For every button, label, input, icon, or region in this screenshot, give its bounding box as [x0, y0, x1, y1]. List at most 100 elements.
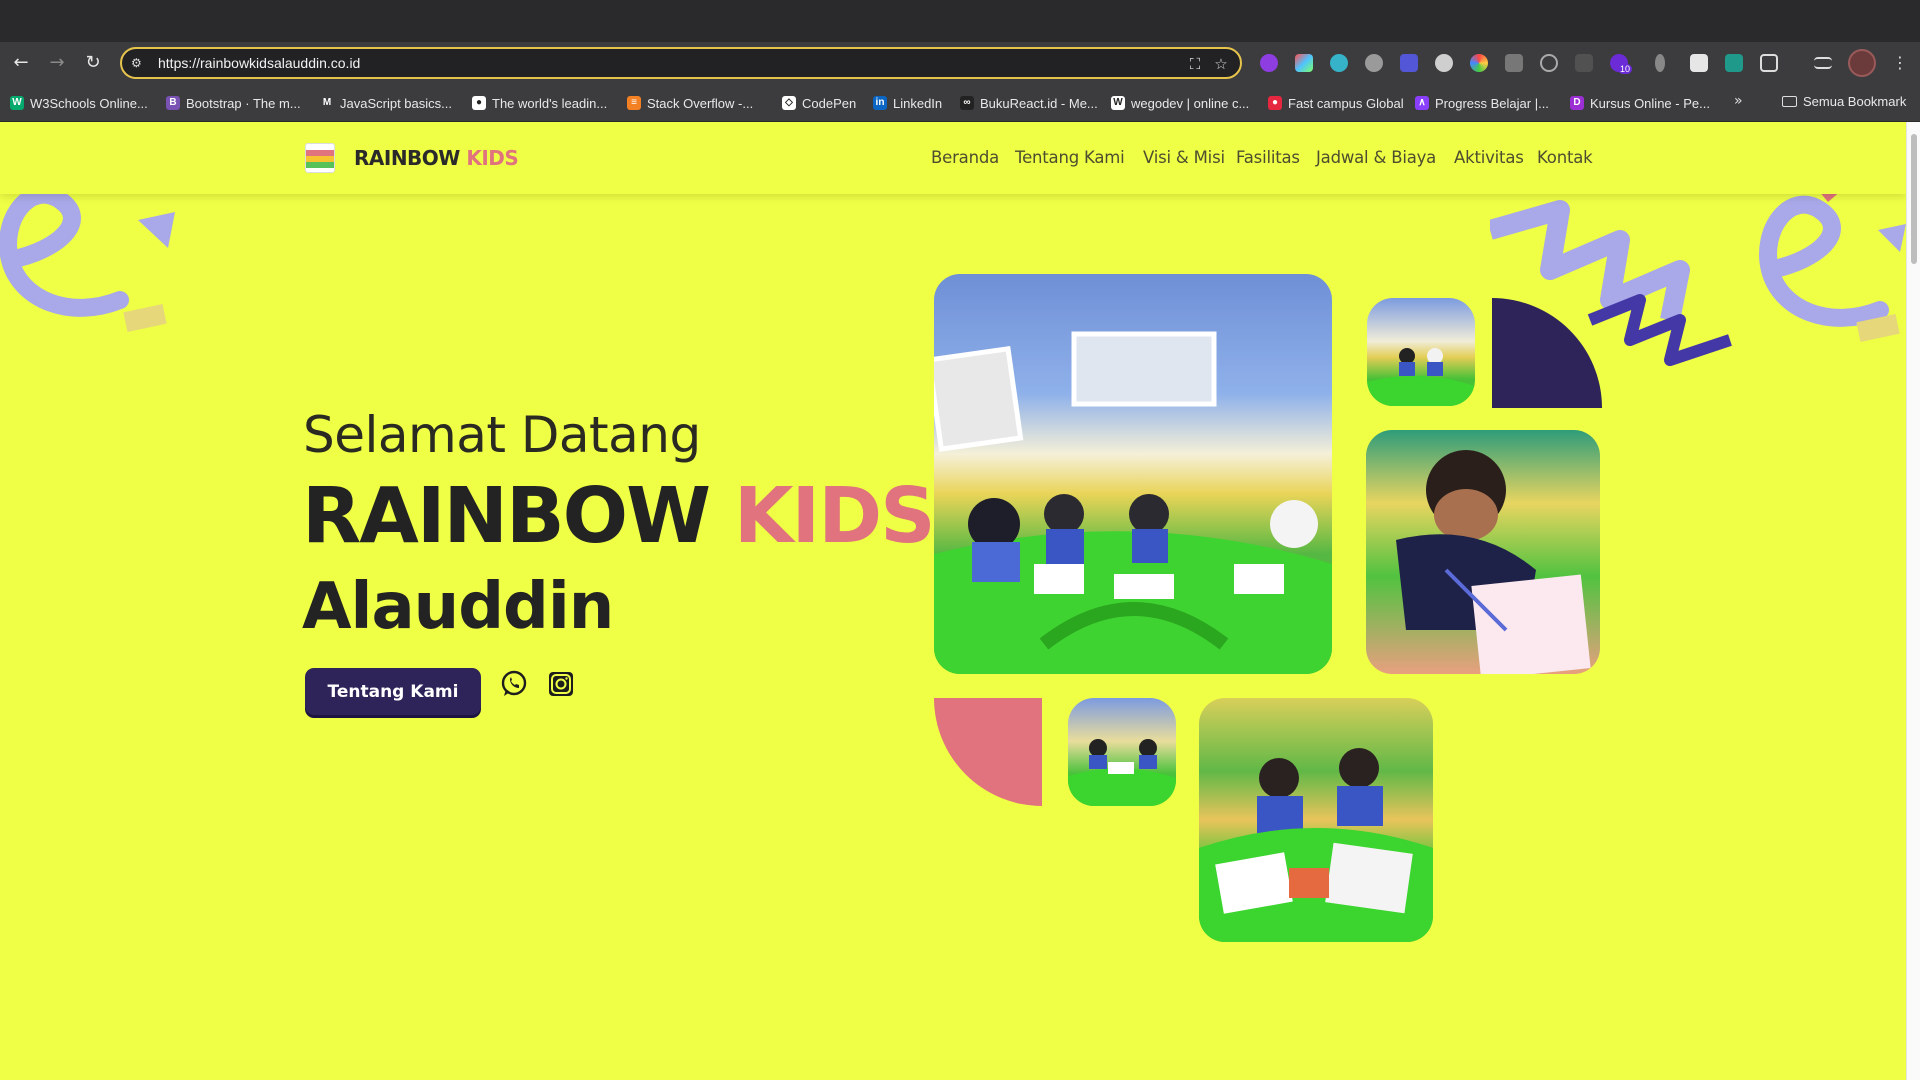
- bookmark-label: LinkedIn: [893, 95, 943, 111]
- classroom-photo-main[interactable]: [934, 274, 1332, 674]
- github-icon: ●: [472, 96, 486, 110]
- nav-jadwal-biaya[interactable]: Jadwal & Biaya: [1316, 148, 1436, 167]
- extension-3-icon[interactable]: [1330, 54, 1348, 72]
- kursus-icon: D: [1570, 96, 1584, 110]
- bootstrap-icon: B: [166, 96, 180, 110]
- decorative-squiggle-left: [0, 180, 175, 332]
- mdn-icon: M: [320, 96, 334, 110]
- classroom-photo-small-1[interactable]: [1367, 298, 1475, 406]
- extension-1-icon[interactable]: [1260, 54, 1278, 72]
- hero-title-accent: KIDS: [733, 472, 936, 561]
- url-text[interactable]: https://rainbowkidsalauddin.co.id: [158, 55, 360, 71]
- bookmark-label: Stack Overflow -...: [647, 95, 754, 111]
- extension-12-icon[interactable]: [1655, 54, 1665, 72]
- codepen-icon: ◇: [782, 96, 796, 110]
- hero-title: RAINBOW KIDS: [302, 472, 936, 561]
- fastcampus-icon: ●: [1268, 96, 1282, 110]
- bookmark-item[interactable]: ◇ CodePen: [782, 94, 856, 112]
- bookmark-item[interactable]: D Kursus Online - Pe...: [1570, 94, 1710, 112]
- extension-8-icon[interactable]: [1505, 54, 1523, 72]
- profile-avatar[interactable]: [1848, 49, 1876, 77]
- w3schools-icon: W: [10, 96, 24, 110]
- site-logo[interactable]: [305, 143, 335, 173]
- brand-name[interactable]: RAINBOW KIDS: [354, 146, 519, 170]
- reading-list-icon[interactable]: [1814, 57, 1832, 69]
- menu-icon[interactable]: ⋮: [1892, 51, 1908, 75]
- nav-kontak[interactable]: Kontak: [1537, 148, 1593, 167]
- nav-fasilitas[interactable]: Fasilitas: [1236, 148, 1300, 167]
- address-bar[interactable]: ⚙ https://rainbowkidsalauddin.co.id ⛶ ☆: [120, 47, 1242, 79]
- wegodev-icon: W: [1111, 96, 1125, 110]
- stackoverflow-icon: ≡: [627, 96, 641, 110]
- bookmark-item[interactable]: ● Fast campus Global: [1268, 94, 1404, 112]
- bookmark-item[interactable]: ∧ Progress Belajar |...: [1415, 94, 1549, 112]
- extension-5-icon[interactable]: [1400, 54, 1418, 72]
- page-scrollbar[interactable]: [1906, 122, 1920, 1080]
- bookmark-label: Kursus Online - Pe...: [1590, 95, 1710, 111]
- bookmark-item[interactable]: in LinkedIn: [873, 94, 942, 112]
- extension-11-icon[interactable]: 10: [1610, 54, 1633, 74]
- classroom-photo-small-2[interactable]: [1068, 698, 1176, 806]
- instagram-icon[interactable]: [547, 670, 575, 698]
- bookmark-item[interactable]: Wwegodev | online c...: [1111, 94, 1249, 112]
- nav-beranda[interactable]: Beranda: [931, 148, 999, 167]
- bookmark-label: wegodev | online c...: [1131, 95, 1250, 111]
- more-bookmarks-icon[interactable]: »: [1734, 93, 1743, 109]
- bookmark-item[interactable]: ≡ Stack Overflow -...: [627, 94, 753, 112]
- scrollbar-thumb[interactable]: [1911, 134, 1917, 264]
- brand-accent-text: KIDS: [466, 146, 519, 170]
- browser-tab-strip: [0, 0, 1920, 42]
- bookmark-item[interactable]: W W3Schools Online...: [10, 94, 148, 112]
- child-writing-photo[interactable]: [1366, 430, 1600, 674]
- reload-icon[interactable]: ↻: [80, 50, 106, 76]
- forward-icon[interactable]: →: [44, 50, 70, 76]
- extension-6-icon[interactable]: [1435, 54, 1453, 72]
- bookmark-item[interactable]: ● The world's leadin...: [472, 94, 607, 112]
- bookmark-label: Bootstrap · The m...: [186, 95, 301, 111]
- nav-tentang-kami[interactable]: Tentang Kami: [1015, 148, 1125, 167]
- translate-icon[interactable]: ⛶: [1186, 55, 1204, 73]
- bookmark-label: JavaScript basics...: [340, 95, 452, 111]
- hero-title-main: RAINBOW: [302, 472, 711, 561]
- bookmark-label: The world's leadin...: [492, 95, 608, 111]
- tentang-kami-button[interactable]: Tentang Kami: [305, 668, 481, 715]
- nav-aktivitas[interactable]: Aktivitas: [1454, 148, 1524, 167]
- extension-2-icon[interactable]: [1295, 54, 1313, 72]
- extension-4-icon[interactable]: [1365, 54, 1383, 72]
- bookmark-item[interactable]: M JavaScript basics...: [320, 94, 452, 112]
- bookmark-label: W3Schools Online...: [30, 95, 148, 111]
- bookmarks-bar: » Semua Bookmark W W3Schools Online... B Bo…: [0, 84, 1920, 122]
- bookmark-star-icon[interactable]: ☆: [1212, 55, 1230, 73]
- web-page: RAINBOW KIDS Beranda Tentang Kami Visi &…: [0, 122, 1906, 1080]
- extension-9-icon[interactable]: [1540, 54, 1558, 72]
- bookmark-label: CodePen: [802, 95, 857, 111]
- extension-10-icon[interactable]: [1575, 54, 1593, 72]
- bookmark-label: Fast campus Global: [1288, 95, 1404, 111]
- browser-toolbar: ← → ↻ ⚙ https://rainbowkidsalauddin.co.i…: [0, 42, 1920, 84]
- extension-7-icon[interactable]: [1470, 54, 1488, 72]
- hero-greeting: Selamat Datang: [303, 406, 701, 464]
- back-icon[interactable]: ←: [8, 50, 34, 76]
- nav-visi-misi[interactable]: Visi & Misi: [1143, 148, 1225, 167]
- all-bookmarks-label: Semua Bookmark: [1803, 94, 1907, 109]
- all-bookmarks-button[interactable]: Semua Bookmark: [1782, 94, 1906, 109]
- brand-main-text: RAINBOW: [354, 146, 460, 170]
- bookmark-label: BukuReact.id - Me...: [980, 95, 1098, 111]
- extension-badge: 10: [1618, 64, 1633, 74]
- folder-icon: [1782, 96, 1797, 107]
- extension-14-icon[interactable]: [1725, 54, 1743, 72]
- bookmark-label: Progress Belajar |...: [1435, 95, 1549, 111]
- linkedin-icon: in: [873, 96, 887, 110]
- bookmark-item[interactable]: ∞ BukuReact.id - Me...: [960, 94, 1098, 112]
- bukureact-icon: ∞: [960, 96, 974, 110]
- decorative-quarter-circle-navy: [1492, 298, 1602, 408]
- extension-13-icon[interactable]: [1690, 54, 1708, 72]
- children-drawing-photo[interactable]: [1199, 698, 1433, 942]
- bookmark-item[interactable]: B Bootstrap · The m...: [166, 94, 301, 112]
- site-info-icon[interactable]: ⚙: [131, 56, 145, 70]
- extensions-puzzle-icon[interactable]: [1760, 54, 1778, 72]
- site-header: RAINBOW KIDS Beranda Tentang Kami Visi &…: [0, 122, 1906, 194]
- whatsapp-icon[interactable]: [500, 670, 528, 698]
- decorative-quarter-circle-pink: [934, 698, 1042, 806]
- hero-subtitle: Alauddin: [302, 570, 614, 644]
